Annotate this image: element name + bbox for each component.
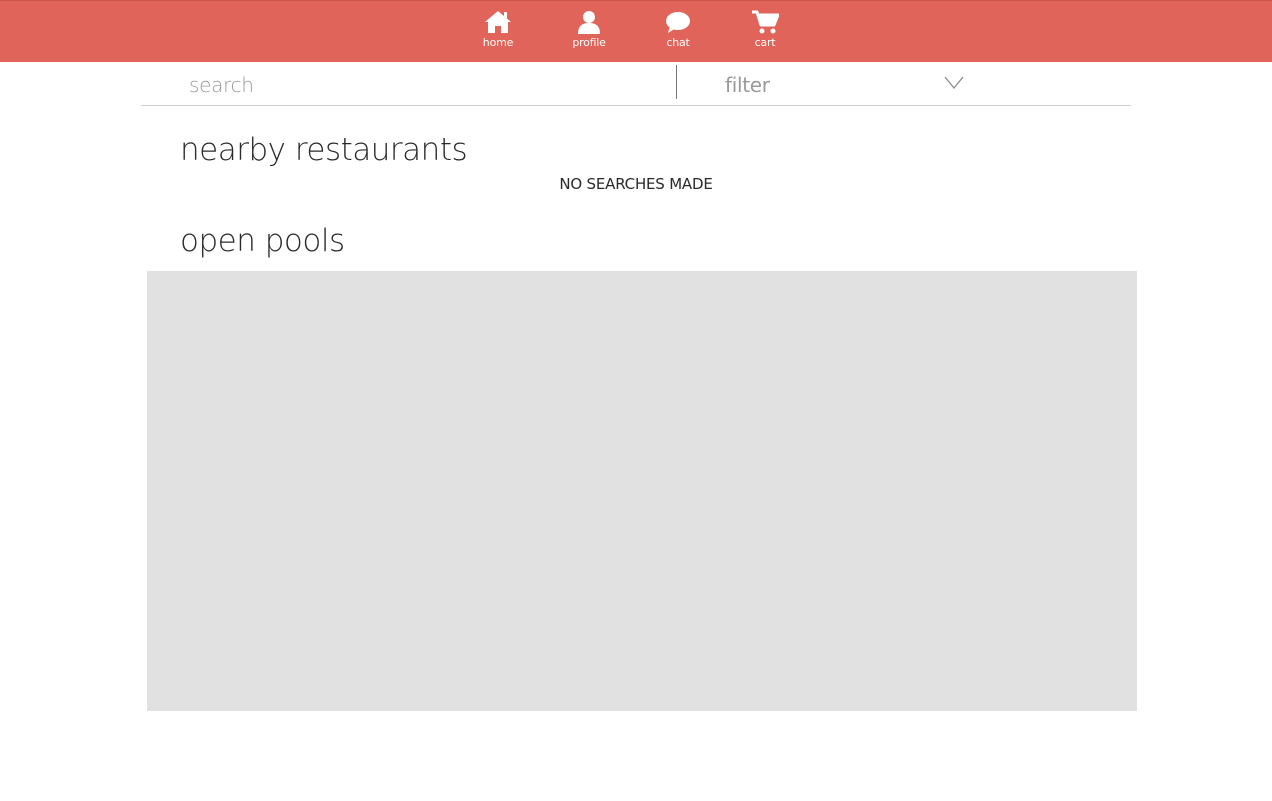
open-pools-panel xyxy=(147,271,1137,711)
chevron-down-icon xyxy=(944,76,964,90)
nav-chat-label: chat xyxy=(666,36,690,49)
search-input[interactable] xyxy=(185,70,669,100)
nav-profile-label: profile xyxy=(572,36,606,49)
nav-cart-label: cart xyxy=(754,36,776,49)
nav-chat-button[interactable]: chat xyxy=(648,10,708,49)
search-filter-divider xyxy=(676,65,677,99)
home-icon xyxy=(485,11,511,33)
nav-profile-button[interactable]: profile xyxy=(559,10,619,49)
search-bar: filter xyxy=(141,62,1131,106)
filter-label: filter xyxy=(725,73,770,97)
no-searches-message: NO SEARCHES MADE xyxy=(559,175,713,193)
nearby-restaurants-heading: nearby restaurants xyxy=(180,132,468,168)
user-icon xyxy=(578,11,600,34)
filter-dropdown[interactable]: filter xyxy=(725,70,965,100)
nav-home-button[interactable]: home xyxy=(468,10,528,49)
nav-cart-button[interactable]: cart xyxy=(735,10,795,49)
top-navbar: home profile chat cart xyxy=(0,0,1272,62)
chat-bubble-icon xyxy=(666,12,690,33)
nav-home-label: home xyxy=(482,36,514,49)
open-pools-heading: open pools xyxy=(180,223,345,259)
cart-icon xyxy=(752,10,779,34)
